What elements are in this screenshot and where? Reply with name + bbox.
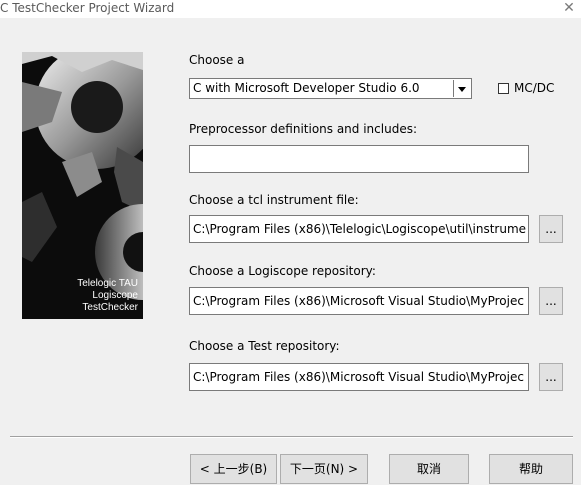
preproc-label: Preprocessor definitions and includes:	[189, 122, 417, 136]
test-value: C:\Program Files (x86)\Microsoft Visual …	[193, 370, 524, 384]
product-brand: Telelogic TAU Logiscope TestChecker	[77, 278, 138, 314]
environment-value: C with Microsoft Developer Studio 6.0	[193, 81, 420, 95]
mcdc-label[interactable]: MC/DC	[514, 81, 554, 95]
tcl-input[interactable]: C:\Program Files (x86)\Telelogic\Logisco…	[189, 215, 529, 243]
footer-divider	[10, 436, 573, 438]
cancel-button[interactable]: 取消	[389, 454, 469, 484]
next-button[interactable]: 下一页(N) >	[280, 454, 368, 484]
preproc-input[interactable]	[189, 145, 529, 173]
brand-line-1: Telelogic TAU	[77, 278, 138, 289]
test-input[interactable]: C:\Program Files (x86)\Microsoft Visual …	[189, 363, 529, 391]
test-label: Choose a Test repository:	[189, 339, 340, 353]
environment-dropdown[interactable]: C with Microsoft Developer Studio 6.0	[189, 78, 472, 99]
logiscope-value: C:\Program Files (x86)\Microsoft Visual …	[193, 294, 524, 308]
logiscope-browse-button[interactable]: ...	[539, 287, 563, 315]
close-icon[interactable]: ✕	[561, 0, 577, 16]
tcl-value: C:\Program Files (x86)\Telelogic\Logisco…	[193, 222, 527, 236]
choose-label: Choose a	[189, 53, 245, 67]
chevron-down-icon[interactable]	[453, 80, 470, 97]
logiscope-label: Choose a Logiscope repository:	[189, 264, 376, 278]
wizard-side-image: Telelogic TAU Logiscope TestChecker	[22, 52, 143, 319]
logiscope-input[interactable]: C:\Program Files (x86)\Microsoft Visual …	[189, 287, 529, 315]
tcl-browse-button[interactable]: ...	[539, 215, 563, 243]
brand-line-3: TestChecker	[82, 302, 138, 313]
brand-line-2: Logiscope	[92, 290, 138, 301]
window-title: C TestChecker Project Wizard	[0, 1, 175, 15]
back-button[interactable]: < 上一步(B)	[190, 454, 277, 484]
test-browse-button[interactable]: ...	[539, 363, 563, 391]
title-bar: C TestChecker Project Wizard ✕	[0, 0, 581, 18]
tcl-label: Choose a tcl instrument file:	[189, 193, 359, 207]
help-button[interactable]: 帮助	[489, 454, 573, 484]
mcdc-checkbox[interactable]	[498, 83, 509, 94]
